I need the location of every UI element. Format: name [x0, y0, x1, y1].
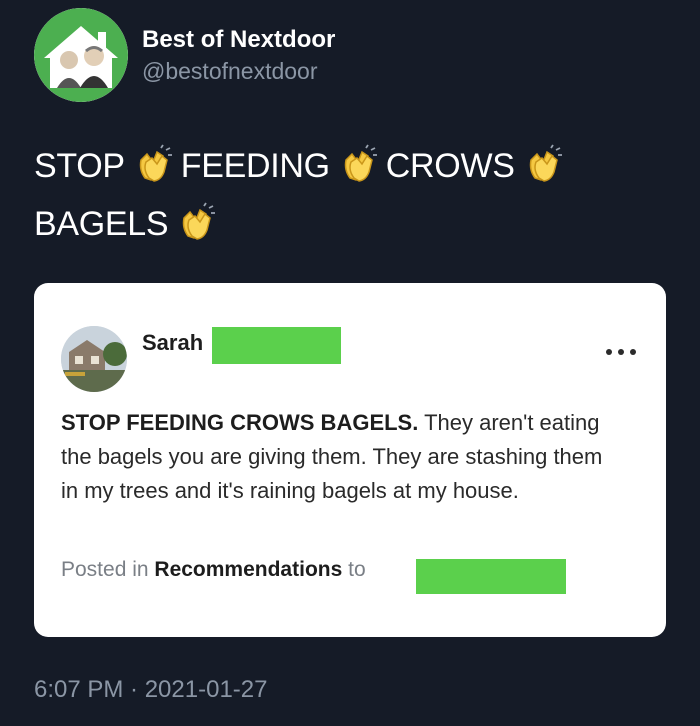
clapping-hands-icon — [523, 144, 563, 184]
house-photo-icon — [61, 326, 127, 392]
dot-icon — [630, 349, 636, 355]
tweet-text: STOP FEEDING CROWS BAGELS — [34, 136, 654, 252]
tweet-timestamp[interactable]: 6:07 PM · 2021-01-27 — [34, 676, 267, 704]
post-headline: STOP FEEDING CROWS BAGELS. — [61, 410, 419, 435]
embedded-post-card[interactable]: Sarah STOP FEEDING CROWS BAGELS. They ar… — [34, 283, 666, 637]
dot-icon — [618, 349, 624, 355]
more-options-button[interactable] — [606, 345, 636, 359]
post-author-name[interactable]: Sarah — [142, 330, 203, 356]
tweet-word: CROWS — [385, 147, 515, 186]
account-handle[interactable]: @bestofnextdoor — [142, 56, 335, 86]
post-footer: Posted in Recommendations to — [61, 558, 366, 582]
clapping-hands-icon — [176, 202, 216, 242]
tweet-word: FEEDING — [180, 147, 330, 186]
clapping-hands-icon — [338, 144, 378, 184]
clapping-hands-icon — [133, 144, 173, 184]
posted-suffix: to — [348, 558, 366, 581]
post-body: STOP FEEDING CROWS BAGELS. They aren't e… — [61, 406, 621, 508]
redaction-box — [212, 327, 341, 364]
house-avatar-icon — [34, 8, 128, 102]
posted-prefix: Posted in — [61, 558, 149, 581]
dot-icon — [606, 349, 612, 355]
display-name[interactable]: Best of Nextdoor — [142, 25, 335, 55]
account-avatar[interactable] — [34, 8, 128, 102]
tweet-word: STOP — [34, 147, 125, 186]
tweet-header: Best of Nextdoor @bestofnextdoor — [34, 8, 335, 102]
post-author-avatar[interactable] — [61, 326, 127, 392]
post-category-link[interactable]: Recommendations — [154, 558, 342, 581]
tweet-word: BAGELS — [34, 205, 169, 244]
redaction-box — [416, 559, 566, 594]
